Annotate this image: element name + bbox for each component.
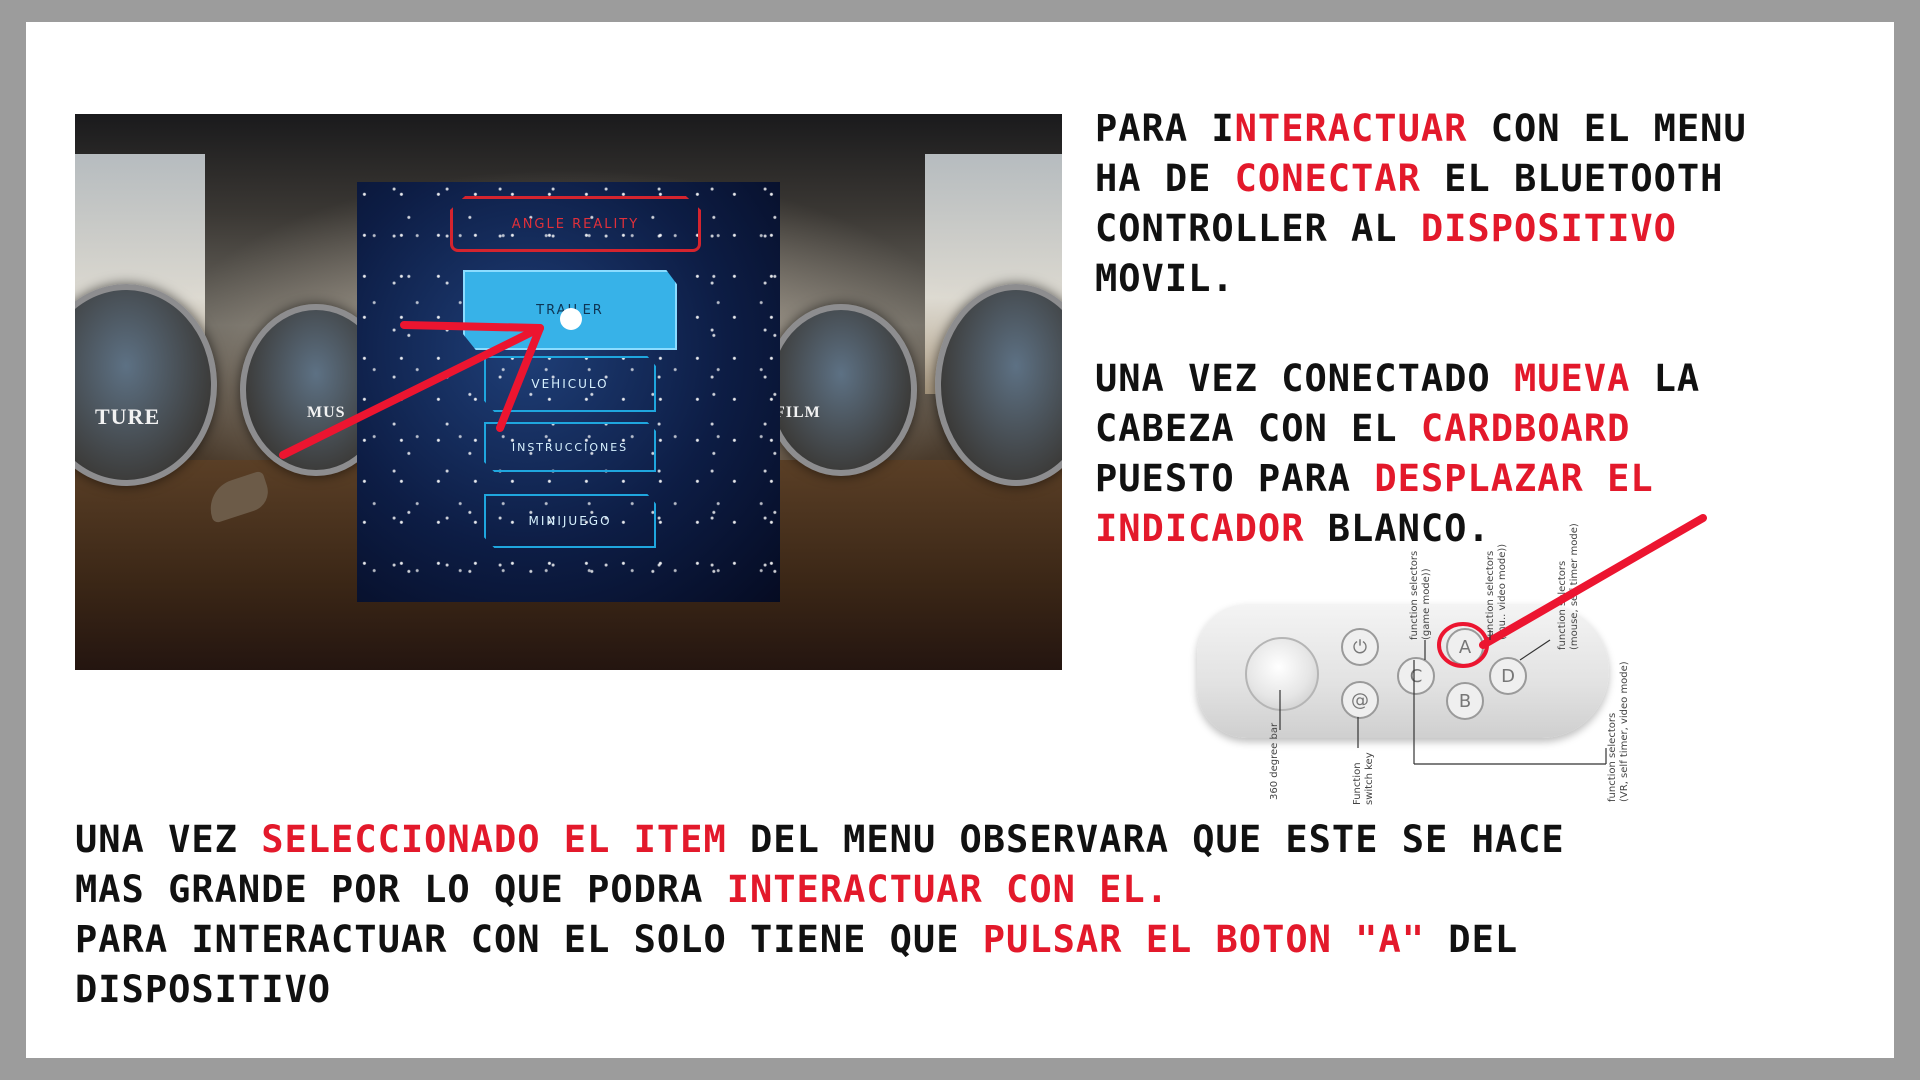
instruction-line: ha de conectar el bluetooth xyxy=(1095,154,1895,204)
label-360-degree-bar: 360 degree bar xyxy=(1269,722,1280,800)
instruction-line: controller al dispositivo xyxy=(1095,204,1895,254)
menu-button-instrucciones[interactable]: INSTRUCCIONES xyxy=(484,422,656,472)
instruction-text: Para interactuar con el solo tiene que xyxy=(75,918,983,961)
instruction-text: con el menu xyxy=(1467,107,1747,150)
instruction-text: blanco. xyxy=(1304,507,1491,550)
instruction-line: puesto para desplazar el xyxy=(1095,454,1895,504)
instruction-text: mas grande por lo que podra xyxy=(75,868,727,911)
instruction-line: Para interactuar con el solo tiene que p… xyxy=(75,915,1875,965)
instruction-line: indicador blanco. xyxy=(1095,504,1895,554)
highlighted-text: conectar xyxy=(1234,157,1421,200)
instruction-text: controller al xyxy=(1095,207,1421,250)
highlighted-text: indicador xyxy=(1095,507,1305,550)
instruction-line: cabeza con el cardboard xyxy=(1095,404,1895,454)
instruction-line: movil. xyxy=(1095,254,1895,304)
instruction-line xyxy=(1095,304,1895,354)
vr-screenshot: TURE MUS FILM ANGLE REALITY TRAILER VEHI… xyxy=(75,114,1062,670)
d-button: D xyxy=(1489,657,1527,695)
instruction-text: del menu observara que este se hace xyxy=(726,818,1565,861)
c-button: C xyxy=(1397,657,1435,695)
menu-title: ANGLE REALITY xyxy=(450,196,701,252)
label-game-mode-2: (game mode)) xyxy=(1421,568,1432,640)
b-button: B xyxy=(1446,682,1484,720)
instruction-line: Una vez conectado mueva la xyxy=(1095,354,1895,404)
instruction-text: el bluetooth xyxy=(1420,157,1724,200)
highlighted-text: seleccionado el item xyxy=(261,818,727,861)
label-mouse-mode-2: (mouse, self timer mode) xyxy=(1569,523,1580,650)
instructions-top: Para Interactuar con el menu ha de conect… xyxy=(1095,104,1895,554)
instruction-line: Una vez seleccionado el item del menu ob… xyxy=(75,815,1875,865)
menu-button-vehiculo[interactable]: VEHICULO xyxy=(484,356,656,412)
highlighted-text: mueva xyxy=(1513,357,1631,400)
at-function-switch-button: @ xyxy=(1341,681,1379,719)
instruction-text: ha de xyxy=(1095,157,1235,200)
vr-disc-music-label: MUS xyxy=(307,404,346,421)
vr-disc-film xyxy=(765,304,917,476)
instruction-text: Para I xyxy=(1095,107,1235,150)
highlighted-text: dispositivo xyxy=(1420,207,1677,250)
highlighted-text: nteractuar xyxy=(1234,107,1468,150)
highlighted-text: pulsar el boton "A" xyxy=(982,918,1426,961)
instruction-text: cabeza con el xyxy=(1095,407,1421,450)
label-function-switch-2: switch key xyxy=(1364,752,1375,805)
instruction-text: Una vez xyxy=(75,818,262,861)
label-music-mode-1: function selectors xyxy=(1485,550,1496,640)
label-mouse-mode-1: function selectors xyxy=(1557,560,1568,650)
label-game-mode-1: function selectors xyxy=(1409,550,1420,640)
gaze-cursor-indicator xyxy=(560,308,582,330)
joystick-360-bar xyxy=(1245,637,1319,711)
label-vr-mode-1: function selectors xyxy=(1607,712,1618,802)
instruction-line: dispositivo xyxy=(75,965,1875,1015)
instruction-text: movil. xyxy=(1095,257,1235,300)
instruction-text: la xyxy=(1630,357,1701,400)
vr-disc-film-label: FILM xyxy=(775,404,821,421)
label-music-mode-2: (mu.. video mode)) xyxy=(1497,543,1508,640)
instructions-bottom: Una vez seleccionado el item del menu ob… xyxy=(75,815,1875,1015)
highlighted-text: desplazar el xyxy=(1374,457,1654,500)
instruction-text: Una vez conectado xyxy=(1095,357,1514,400)
highlighted-text: cardboard xyxy=(1420,407,1631,450)
vr-disc-left-label: TURE xyxy=(95,404,161,429)
label-function-switch-1: Function xyxy=(1352,762,1363,805)
instruction-line: Para Interactuar con el menu xyxy=(1095,104,1895,154)
instruction-text: puesto para xyxy=(1095,457,1375,500)
instruction-line: mas grande por lo que podra interactuar … xyxy=(75,865,1875,915)
instruction-text: del xyxy=(1425,918,1519,961)
power-button: ⏻ xyxy=(1341,628,1379,666)
menu-button-minijuego[interactable]: MINIJUEGO xyxy=(484,494,656,548)
instruction-text: dispositivo xyxy=(75,968,332,1011)
a-button: A xyxy=(1446,628,1484,666)
vr-menu-panel: ANGLE REALITY TRAILER VEHICULO INSTRUCCI… xyxy=(357,182,780,602)
highlighted-text: interactuar con el. xyxy=(726,868,1169,911)
label-vr-mode-2: (VR, self timer, video mode) xyxy=(1619,661,1630,802)
